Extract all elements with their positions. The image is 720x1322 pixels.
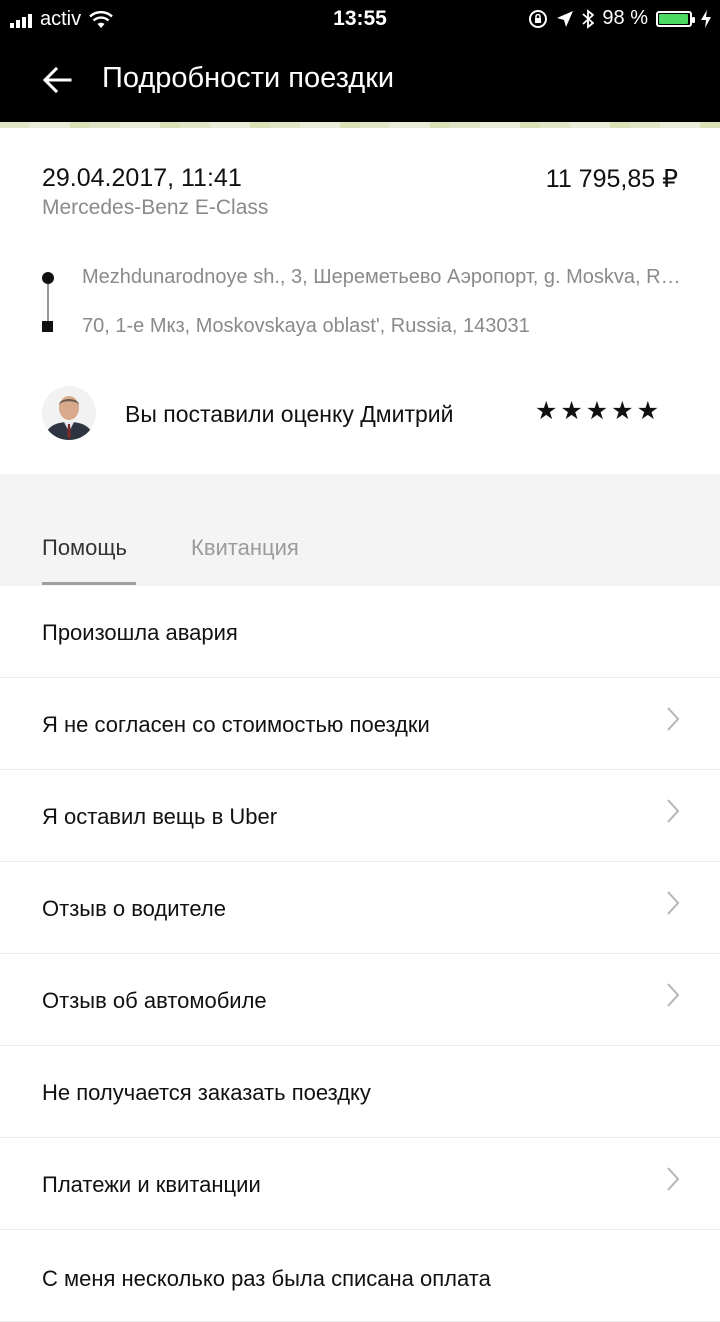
- trip-summary: 29.04.2017, 11:41 11 795,85 ₽ Mercedes-B…: [0, 128, 720, 474]
- back-arrow-icon[interactable]: [38, 60, 78, 100]
- status-right: 98 %: [528, 7, 712, 30]
- help-item-label: Не получается заказать поездку: [42, 1080, 371, 1105]
- pickup-dot-icon: [42, 272, 54, 284]
- charging-icon: [701, 9, 711, 28]
- help-item-lost-item[interactable]: Я оставил вещь в Uber: [0, 770, 720, 862]
- car-model: Mercedes-Benz E-Class: [42, 196, 269, 219]
- route-connector: [47, 280, 49, 322]
- driver-avatar: [42, 386, 96, 440]
- trip-datetime: 29.04.2017, 11:41: [42, 164, 242, 192]
- rating-text: Вы поставили оценку Дмитрий: [125, 401, 454, 427]
- help-item-fare-dispute[interactable]: Я не согласен со стоимостью поездки: [0, 678, 720, 770]
- help-item-driver-feedback[interactable]: Отзыв о водителе: [0, 862, 720, 954]
- help-item-accident[interactable]: Произошла авария: [0, 586, 720, 678]
- rating-stars: ★★★★★: [534, 397, 662, 425]
- page-title: Подробности поездки: [102, 62, 395, 94]
- help-item-cannot-order[interactable]: Не получается заказать поездку: [0, 1046, 720, 1138]
- dropoff-address: 70, 1-е Мкз, Moskovskaya oblast', Russia…: [82, 315, 530, 337]
- help-item-label: Я не согласен со стоимостью поездки: [42, 712, 430, 737]
- help-item-double-charge[interactable]: С меня несколько раз была списана оплата: [0, 1230, 720, 1322]
- help-item-payments[interactable]: Платежи и квитанции: [0, 1138, 720, 1230]
- battery-percent: 98 %: [602, 7, 648, 29]
- active-tab-indicator: [42, 582, 136, 585]
- chevron-right-icon: [667, 799, 680, 823]
- chevron-right-icon: [667, 891, 680, 915]
- bluetooth-icon: [582, 8, 595, 29]
- help-item-label: Отзыв об автомобиле: [42, 988, 267, 1013]
- help-item-label: Отзыв о водителе: [42, 896, 226, 921]
- help-item-label: Платежи и квитанции: [42, 1172, 261, 1197]
- help-item-vehicle-feedback[interactable]: Отзыв об автомобиле: [0, 954, 720, 1046]
- location-icon: [557, 10, 574, 27]
- dropoff-square-icon: [42, 321, 53, 332]
- navigation-bar: Подробности поездки: [0, 52, 720, 108]
- chevron-right-icon: [667, 1167, 680, 1191]
- tabs-bar: Помощь Квитанция: [0, 474, 720, 586]
- trip-price: 11 795,85 ₽: [545, 165, 678, 193]
- battery-icon: [656, 10, 695, 27]
- help-item-label: Произошла авария: [42, 620, 238, 645]
- help-item-label: С меня несколько раз была списана оплата: [42, 1266, 491, 1291]
- tab-help[interactable]: Помощь: [42, 535, 127, 561]
- help-list: Произошла авария Я не согласен со стоимо…: [0, 586, 720, 1322]
- pickup-address: Mezhdunarodnoye sh., 3, Шереметьево Аэро…: [82, 266, 682, 288]
- help-item-label: Я оставил вещь в Uber: [42, 804, 278, 829]
- tab-receipt[interactable]: Квитанция: [191, 535, 299, 561]
- top-bar: activ 13:55 98 % Подробности поездки: [0, 0, 720, 128]
- chevron-right-icon: [667, 983, 680, 1007]
- status-bar: activ 13:55 98 %: [0, 0, 720, 38]
- chevron-right-icon: [667, 707, 680, 731]
- orientation-lock-icon: [529, 9, 548, 28]
